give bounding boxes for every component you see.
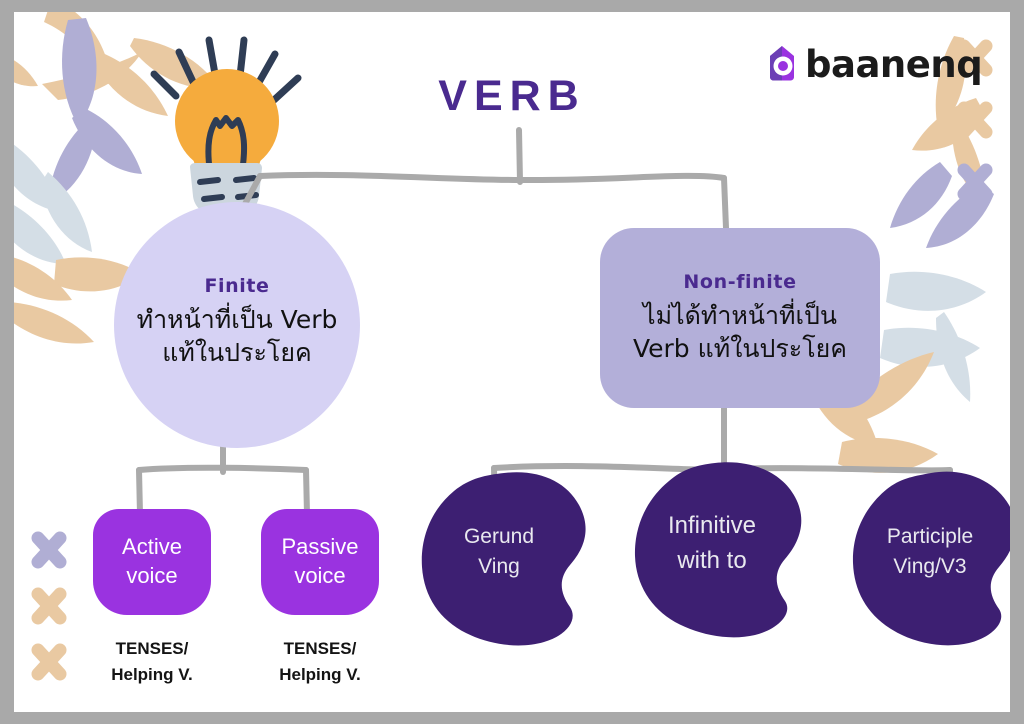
finite-description-line-2: แท้ในประโยค xyxy=(162,338,312,367)
gerund-line-2: Ving xyxy=(478,555,520,578)
participle-line-2: Ving/V3 xyxy=(893,555,967,578)
page-canvas: VERB baanenq Finite ทำหน้าที่เป็น Verb แ… xyxy=(14,12,1010,712)
active-voice-note: TENSES/ Helping V. xyxy=(77,636,227,689)
participle-label: Participle Ving/V3 xyxy=(847,467,1010,647)
node-passive-voice[interactable]: Passive voice xyxy=(261,509,379,615)
finite-description-line-1: ทำหน้าที่เป็น Verb xyxy=(136,305,338,334)
passive-voice-line-2: voice xyxy=(294,563,346,588)
node-finite[interactable]: Finite ทำหน้าที่เป็น Verb แท้ในประโยค xyxy=(114,202,360,448)
x-cross-icon-group-left xyxy=(31,531,67,681)
active-voice-line-1: Active xyxy=(122,534,182,560)
baanenq-house-logo-icon xyxy=(770,46,794,81)
finite-heading: Finite xyxy=(204,275,270,297)
passive-voice-note-line-2: Helping V. xyxy=(279,665,361,685)
node-non-finite[interactable]: Non-finite ไม่ได้ทำหน้าที่เป็น Verb แท้ใ… xyxy=(600,228,880,408)
infinitive-line-2: with to xyxy=(677,547,747,574)
infographic-poster: VERB baanenq Finite ทำหน้าที่เป็น Verb แ… xyxy=(0,0,1024,724)
non-finite-description-line-2: Verb แท้ในประโยค xyxy=(632,334,848,363)
gerund-line-1: Gerund xyxy=(463,524,535,548)
participle-line-1: Participle xyxy=(886,524,974,548)
active-voice-note-line-1: TENSES/ xyxy=(115,639,189,658)
brand-logo[interactable]: baanenq xyxy=(762,42,983,86)
infinitive-line-1: Infinitive xyxy=(667,512,757,540)
gerund-label: Gerund Ving xyxy=(416,467,596,647)
light-bulb-idea-icon xyxy=(150,36,302,214)
node-active-voice[interactable]: Active voice xyxy=(93,509,211,615)
non-finite-description-line-1: ไม่ได้ทำหน้าที่เป็น xyxy=(643,301,837,330)
node-infinitive[interactable]: Infinitive with to xyxy=(629,459,809,639)
passive-voice-note: TENSES/ Helping V. xyxy=(245,636,395,689)
passive-voice-label: Passive voice xyxy=(281,533,358,590)
passive-voice-note-line-1: TENSES/ xyxy=(283,639,357,658)
active-voice-label: Active voice xyxy=(122,533,182,590)
passive-voice-line-1: Passive xyxy=(281,534,359,560)
non-finite-description: ไม่ได้ทำหน้าที่เป็น Verb แท้ในประโยค xyxy=(633,299,847,365)
node-participle[interactable]: Participle Ving/V3 xyxy=(847,467,1010,647)
brand-name: baanenq xyxy=(805,42,983,86)
node-gerund[interactable]: Gerund Ving xyxy=(416,467,596,647)
infinitive-label: Infinitive with to xyxy=(629,459,809,639)
active-voice-line-2: voice xyxy=(126,563,178,588)
finite-description: ทำหน้าที่เป็น Verb แท้ในประโยค xyxy=(137,303,338,369)
active-voice-note-line-2: Helping V. xyxy=(111,665,193,685)
non-finite-heading: Non-finite xyxy=(683,271,797,293)
